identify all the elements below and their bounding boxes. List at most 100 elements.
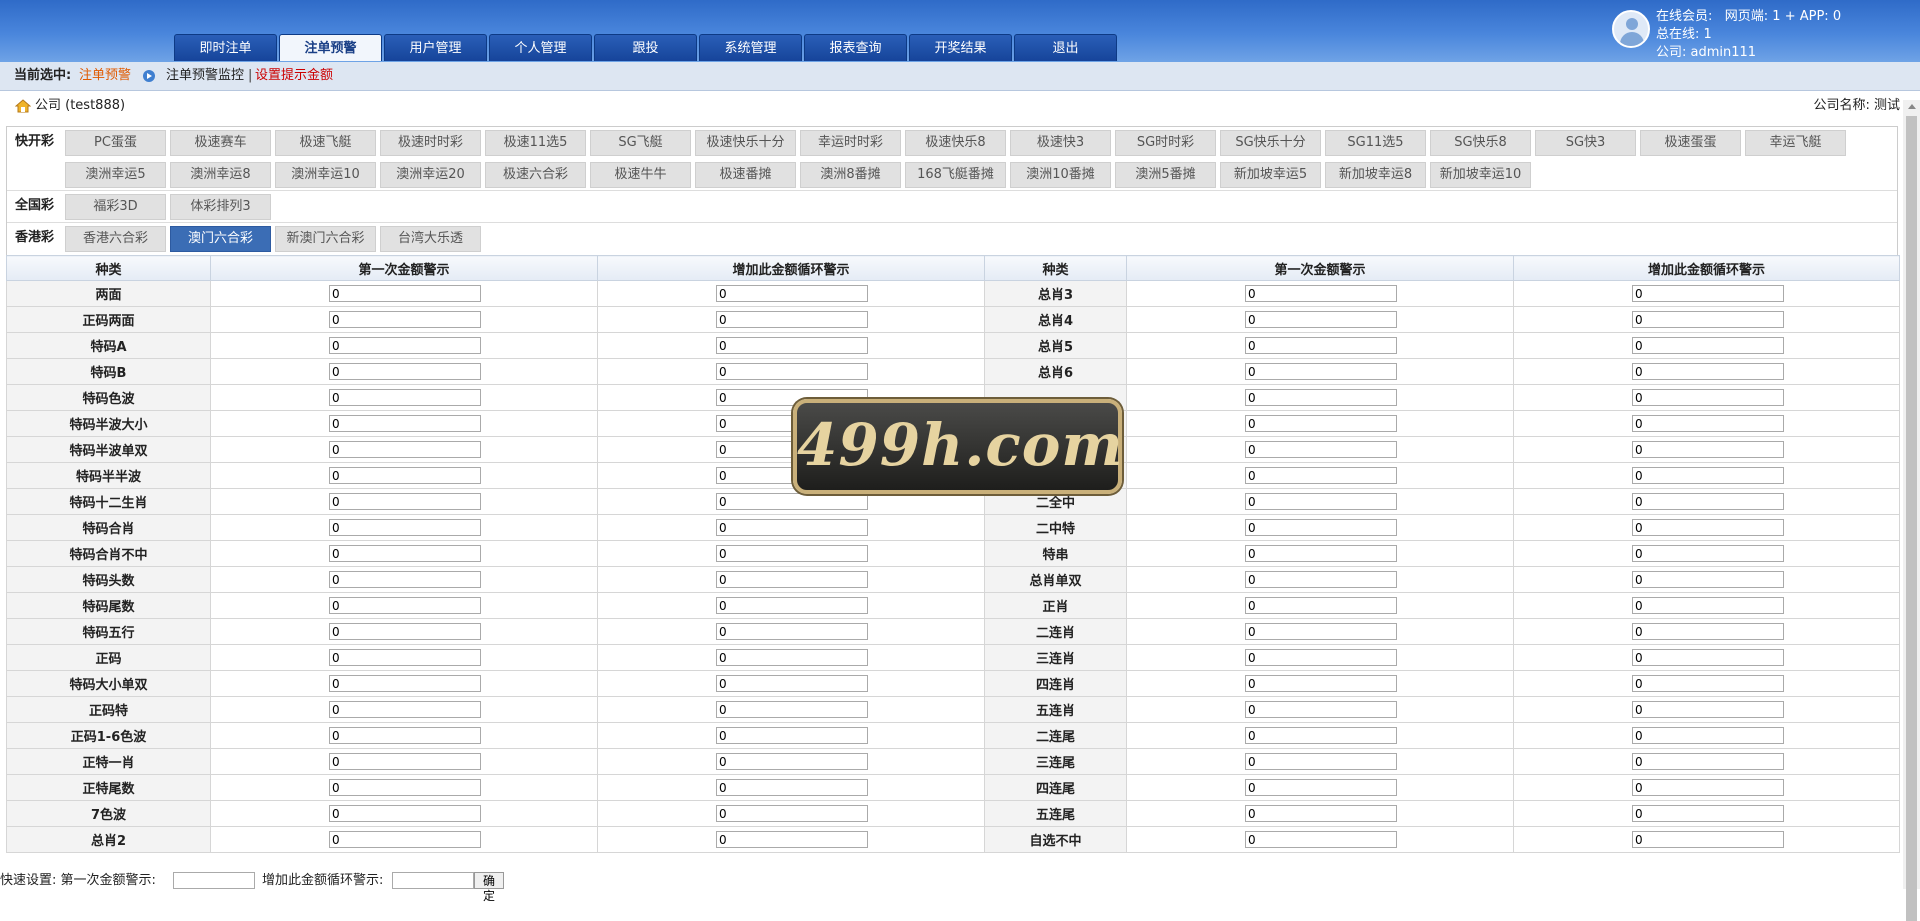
quick-first-input[interactable] <box>173 872 255 889</box>
cycle-alert-input[interactable] <box>716 519 868 536</box>
scroll-up-icon[interactable] <box>1908 104 1916 109</box>
cycle-alert-input[interactable] <box>716 675 868 692</box>
lottery-button[interactable]: 极速蛋蛋 <box>1640 130 1741 156</box>
first-alert-input[interactable] <box>1245 545 1397 562</box>
lottery-button[interactable]: 168飞艇番摊 <box>905 162 1006 188</box>
cycle-alert-input[interactable] <box>1632 337 1784 354</box>
lottery-button[interactable]: 澳洲幸运10 <box>275 162 376 188</box>
lottery-button[interactable]: SG快3 <box>1535 130 1636 156</box>
cycle-alert-input[interactable] <box>1632 467 1784 484</box>
first-alert-input[interactable] <box>329 831 481 848</box>
cycle-alert-input[interactable] <box>1632 519 1784 536</box>
lottery-button[interactable]: 澳洲8番摊 <box>800 162 901 188</box>
lottery-button[interactable]: SG快乐8 <box>1430 130 1531 156</box>
lottery-button[interactable]: SG11选5 <box>1325 130 1426 156</box>
cycle-alert-input[interactable] <box>1632 493 1784 510</box>
cycle-alert-input[interactable] <box>1632 753 1784 770</box>
first-alert-input[interactable] <box>329 649 481 666</box>
first-alert-input[interactable] <box>329 337 481 354</box>
cycle-alert-input[interactable] <box>716 649 868 666</box>
quick-cycle-input[interactable] <box>392 872 474 889</box>
cycle-alert-input[interactable] <box>1632 779 1784 796</box>
lottery-button[interactable]: 澳洲10番摊 <box>1010 162 1111 188</box>
first-alert-input[interactable] <box>1245 519 1397 536</box>
first-alert-input[interactable] <box>329 415 481 432</box>
cycle-alert-input[interactable] <box>716 779 868 796</box>
cycle-alert-input[interactable] <box>716 545 868 562</box>
first-alert-input[interactable] <box>1245 467 1397 484</box>
cycle-alert-input[interactable] <box>1632 311 1784 328</box>
cycle-alert-input[interactable] <box>1632 649 1784 666</box>
cycle-alert-input[interactable] <box>1632 701 1784 718</box>
cycle-alert-input[interactable] <box>1632 623 1784 640</box>
lottery-button[interactable]: 极速快乐8 <box>905 130 1006 156</box>
nav-tab[interactable]: 报表查询 <box>804 34 907 61</box>
cycle-alert-input[interactable] <box>1632 831 1784 848</box>
first-alert-input[interactable] <box>1245 753 1397 770</box>
lottery-button[interactable]: 新加坡幸运10 <box>1430 162 1531 188</box>
nav-tab[interactable]: 注单预警 <box>279 34 382 61</box>
lottery-button[interactable]: 极速快3 <box>1010 130 1111 156</box>
lottery-button[interactable]: 台湾大乐透 <box>380 226 481 252</box>
first-alert-input[interactable] <box>1245 779 1397 796</box>
lottery-button[interactable]: 幸运飞艇 <box>1745 130 1846 156</box>
cycle-alert-input[interactable] <box>1632 675 1784 692</box>
first-alert-input[interactable] <box>1245 441 1397 458</box>
lottery-button[interactable]: 福彩3D <box>65 194 166 220</box>
cycle-alert-input[interactable] <box>716 805 868 822</box>
cycle-alert-input[interactable] <box>716 727 868 744</box>
cycle-alert-input[interactable] <box>716 311 868 328</box>
first-alert-input[interactable] <box>1245 675 1397 692</box>
first-alert-input[interactable] <box>329 805 481 822</box>
first-alert-input[interactable] <box>329 363 481 380</box>
cycle-alert-input[interactable] <box>716 701 868 718</box>
scroll-thumb[interactable] <box>1906 116 1917 921</box>
cycle-alert-input[interactable] <box>716 831 868 848</box>
cycle-alert-input[interactable] <box>1632 545 1784 562</box>
cycle-alert-input[interactable] <box>716 337 868 354</box>
lottery-button[interactable]: 极速六合彩 <box>485 162 586 188</box>
lottery-button[interactable]: 极速快乐十分 <box>695 130 796 156</box>
first-alert-input[interactable] <box>329 389 481 406</box>
first-alert-input[interactable] <box>329 519 481 536</box>
lottery-button[interactable]: 幸运时时彩 <box>800 130 901 156</box>
cycle-alert-input[interactable] <box>1632 571 1784 588</box>
cycle-alert-input[interactable] <box>1632 389 1784 406</box>
cycle-alert-input[interactable] <box>1632 415 1784 432</box>
first-alert-input[interactable] <box>1245 363 1397 380</box>
first-alert-input[interactable] <box>329 285 481 302</box>
first-alert-input[interactable] <box>1245 337 1397 354</box>
lottery-button[interactable]: PC蛋蛋 <box>65 130 166 156</box>
first-alert-input[interactable] <box>1245 389 1397 406</box>
first-alert-input[interactable] <box>329 701 481 718</box>
set-amount-link[interactable]: 设置提示金额 <box>255 62 333 90</box>
lottery-button[interactable]: 新加坡幸运8 <box>1325 162 1426 188</box>
nav-tab[interactable]: 跟投 <box>594 34 697 61</box>
monitor-link[interactable]: 注单预警监控 <box>166 62 244 90</box>
cycle-alert-input[interactable] <box>716 753 868 770</box>
first-alert-input[interactable] <box>329 727 481 744</box>
first-alert-input[interactable] <box>1245 623 1397 640</box>
first-alert-input[interactable] <box>329 753 481 770</box>
cycle-alert-input[interactable] <box>716 285 868 302</box>
first-alert-input[interactable] <box>1245 285 1397 302</box>
first-alert-input[interactable] <box>329 545 481 562</box>
first-alert-input[interactable] <box>1245 831 1397 848</box>
lottery-button[interactable]: 极速飞艇 <box>275 130 376 156</box>
lottery-button[interactable]: SG飞艇 <box>590 130 691 156</box>
lottery-button[interactable]: 极速11选5 <box>485 130 586 156</box>
first-alert-input[interactable] <box>329 493 481 510</box>
lottery-button[interactable]: 澳洲幸运5 <box>65 162 166 188</box>
lottery-button[interactable]: 极速赛车 <box>170 130 271 156</box>
cycle-alert-input[interactable] <box>1632 285 1784 302</box>
lottery-button[interactable]: 极速时时彩 <box>380 130 481 156</box>
first-alert-input[interactable] <box>329 675 481 692</box>
lottery-button[interactable]: 澳洲幸运20 <box>380 162 481 188</box>
vertical-scrollbar[interactable] <box>1903 100 1920 921</box>
cycle-alert-input[interactable] <box>1632 441 1784 458</box>
cycle-alert-input[interactable] <box>716 571 868 588</box>
first-alert-input[interactable] <box>1245 727 1397 744</box>
nav-tab[interactable]: 退出 <box>1014 34 1117 61</box>
cycle-alert-input[interactable] <box>716 363 868 380</box>
lottery-button[interactable]: 极速番摊 <box>695 162 796 188</box>
